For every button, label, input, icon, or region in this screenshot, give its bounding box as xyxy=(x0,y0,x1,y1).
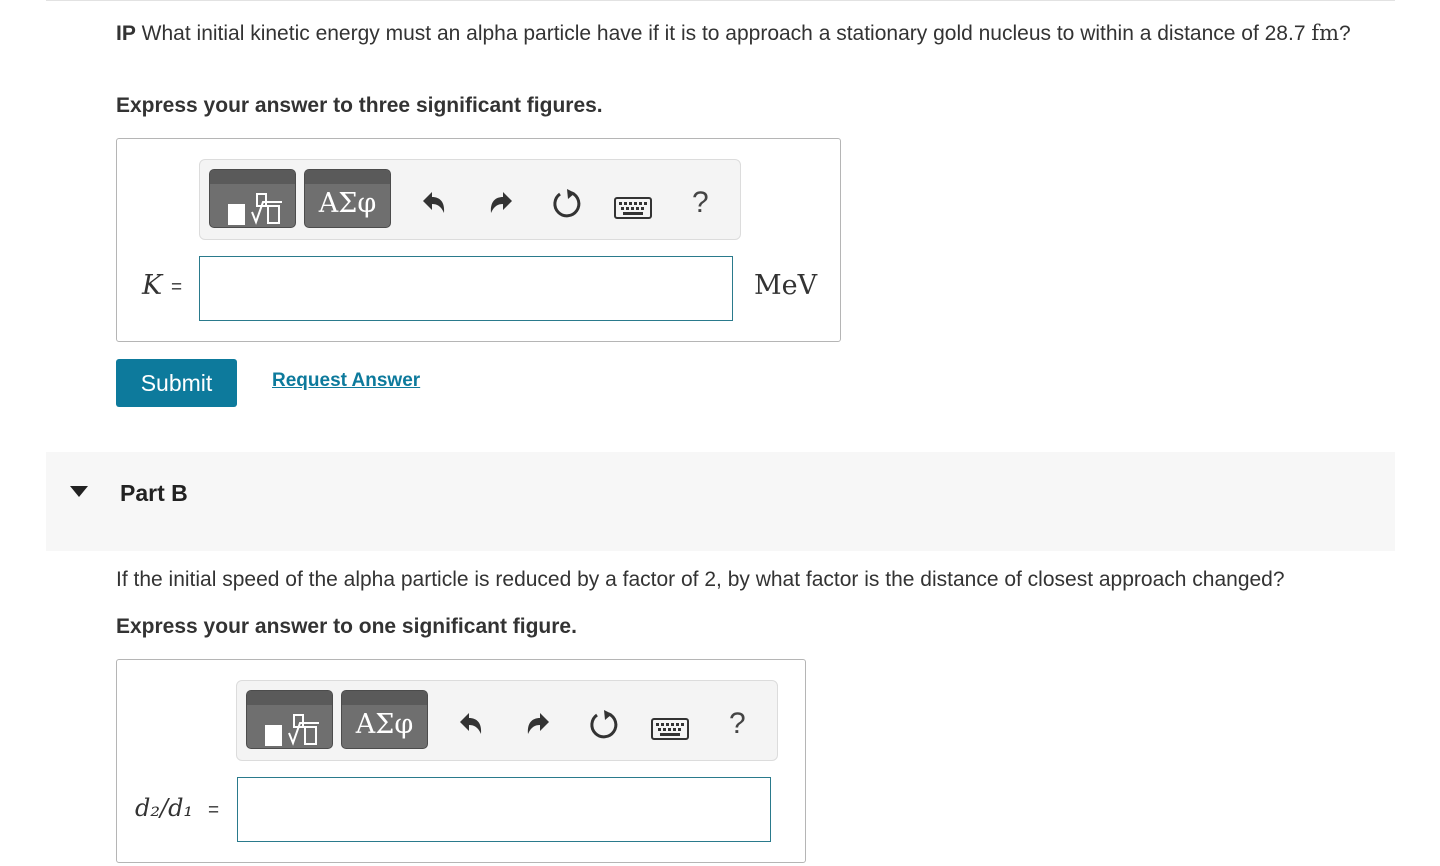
part-b-header[interactable]: Part B xyxy=(46,452,1395,551)
keyboard-icon[interactable] xyxy=(651,718,689,740)
variable-label-ratio: d₂/d₁ xyxy=(135,794,194,822)
kinetic-energy-input[interactable] xyxy=(199,256,733,321)
undo-icon[interactable] xyxy=(419,188,449,218)
reset-icon[interactable] xyxy=(550,187,584,221)
top-divider xyxy=(46,0,1395,1)
templates-icon xyxy=(228,193,282,225)
help-icon[interactable]: ? xyxy=(729,707,746,741)
undo-icon[interactable] xyxy=(456,709,486,739)
equals-sign: = xyxy=(208,800,220,821)
greek-symbols-button[interactable]: ΑΣφ xyxy=(341,690,428,749)
part-b-instruction: Express your answer to one significant f… xyxy=(116,615,577,638)
redo-icon[interactable] xyxy=(523,709,553,739)
greek-symbols-label: ΑΣφ xyxy=(355,709,414,740)
redo-icon[interactable] xyxy=(486,188,516,218)
part-a-math-toolbar: ΑΣφ ? xyxy=(199,159,741,240)
templates-icon xyxy=(265,714,319,746)
part-b-answer-box: ΑΣφ ? d₂/d₁ = xyxy=(116,659,806,863)
submit-button[interactable]: Submit xyxy=(116,359,237,407)
request-answer-link[interactable]: Request Answer xyxy=(272,370,420,392)
variable-label-k: K xyxy=(142,270,163,301)
help-icon[interactable]: ? xyxy=(692,186,709,220)
question-prefix: IP xyxy=(116,22,136,45)
equals-sign: = xyxy=(171,277,183,298)
part-a-answer-box: ΑΣφ ? K = MeV xyxy=(116,138,841,342)
question-distance-value: 28.7 xyxy=(1264,22,1306,45)
part-a-instruction: Express your answer to three significant… xyxy=(116,94,603,117)
part-a-question: IP What initial kinetic energy must an a… xyxy=(116,20,1386,47)
greek-symbols-label: ΑΣφ xyxy=(318,188,377,219)
greek-symbols-button[interactable]: ΑΣφ xyxy=(304,169,391,228)
part-b-title[interactable]: Part B xyxy=(120,480,188,507)
keyboard-icon[interactable] xyxy=(614,197,652,219)
collapse-caret-icon[interactable] xyxy=(70,486,88,497)
templates-button[interactable] xyxy=(209,169,296,228)
reset-icon[interactable] xyxy=(587,708,621,742)
distance-ratio-input[interactable] xyxy=(237,777,771,842)
question-distance-unit: fm xyxy=(1311,21,1340,45)
unit-label: MeV xyxy=(754,270,818,301)
question-end: ? xyxy=(1339,22,1351,45)
question-text: What initial kinetic energy must an alph… xyxy=(135,22,1265,45)
part-b-math-toolbar: ΑΣφ ? xyxy=(236,680,778,761)
part-b-question: If the initial speed of the alpha partic… xyxy=(116,568,1285,591)
templates-button[interactable] xyxy=(246,690,333,749)
